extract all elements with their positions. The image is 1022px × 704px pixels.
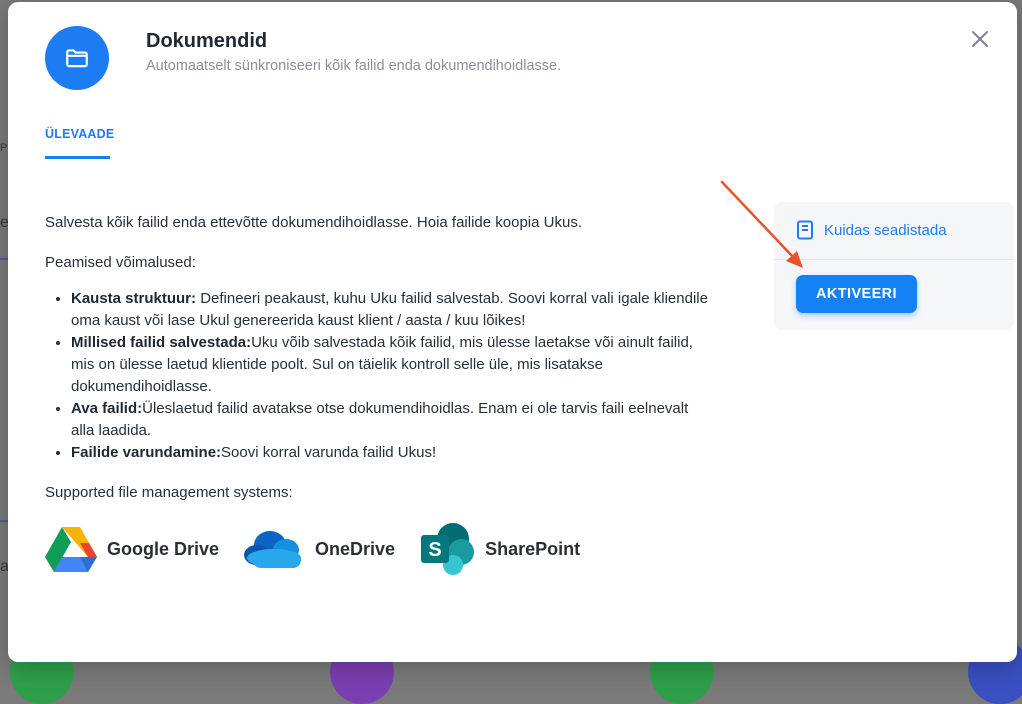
background-text: P: [0, 142, 8, 154]
book-icon: [797, 220, 813, 240]
activate-button[interactable]: AKTIVEERI: [796, 275, 917, 313]
tab-overview[interactable]: ÜLEVAADE: [45, 127, 114, 141]
feature-title: Millised failid salvestada:: [71, 334, 252, 351]
overview-content: Salvesta kõik failid enda ettevõtte doku…: [45, 212, 715, 504]
list-item: Kausta struktuur: Defineeri peakaust, ku…: [71, 288, 715, 332]
onedrive-icon: [244, 531, 302, 568]
setup-card: Kuidas seadistada AKTIVEERI: [774, 202, 1014, 330]
background-divider: [0, 258, 8, 260]
system-sharepoint: S SharePoint: [419, 522, 580, 576]
svg-text:S: S: [428, 539, 441, 561]
modal-title: Dokumendid: [146, 30, 268, 52]
feature-title: Ava failid:: [71, 400, 143, 417]
features-heading: Peamised võimalused:: [45, 254, 196, 271]
feature-title: Kausta struktuur:: [71, 290, 197, 307]
list-item: Millised failid salvestada:Uku võib salv…: [71, 332, 715, 398]
card-divider: [774, 259, 1014, 260]
close-button[interactable]: [967, 26, 993, 52]
system-google-drive: Google Drive: [45, 525, 219, 573]
feature-text: Soovi korral varunda failid Ukus!: [221, 444, 437, 461]
system-name: Google Drive: [107, 538, 220, 559]
folder-icon: [45, 26, 109, 90]
setup-guide-label: Kuidas seadistada: [824, 221, 947, 239]
background-divider: [0, 520, 8, 522]
integration-modal: Dokumendid Automaatselt sünkroniseeri kõ…: [8, 2, 1017, 662]
close-icon: [972, 31, 988, 47]
sharepoint-icon: S: [421, 523, 475, 575]
tab-active-indicator: [45, 156, 110, 159]
feature-title: Failide varundamine:: [71, 444, 222, 461]
setup-guide-link[interactable]: Kuidas seadistada: [796, 220, 947, 240]
list-item: Ava failid:Üleslaetud failid avatakse ot…: [71, 398, 715, 442]
list-item: Failide varundamine:Soovi korral varunda…: [71, 442, 715, 464]
intro-text: Salvesta kõik failid enda ettevõtte doku…: [45, 214, 582, 231]
system-onedrive: OneDrive: [243, 528, 395, 570]
features-list: Kausta struktuur: Defineeri peakaust, ku…: [45, 288, 715, 464]
system-name: SharePoint: [485, 538, 581, 559]
systems-heading: Supported file management systems:: [45, 484, 293, 501]
system-name: OneDrive: [315, 538, 396, 559]
modal-subtitle: Automaatselt sünkroniseeri kõik failid e…: [146, 58, 562, 74]
supported-systems: Google Drive OneDrive S SharePoint: [45, 522, 604, 576]
google-drive-icon: [45, 527, 97, 572]
feature-text: Üleslaetud failid avatakse otse dokumend…: [71, 400, 689, 439]
